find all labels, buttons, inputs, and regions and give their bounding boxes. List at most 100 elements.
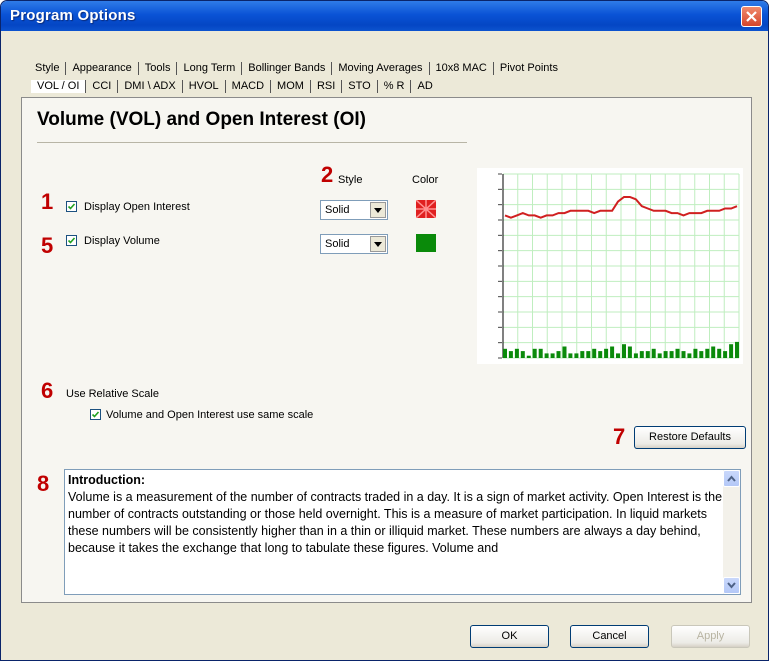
volume-bar (568, 353, 573, 358)
volume-style-value: Solid (325, 238, 350, 250)
tab-row-2: VOL / OI CCI DMI \ ADX HVOL MACD MOM RSI STO% R… (31, 80, 439, 93)
volume-bar (592, 348, 597, 358)
display-volume-checkbox[interactable] (66, 235, 77, 246)
open-interest-style-dropdown[interactable] (370, 202, 386, 218)
chevron-down-icon (374, 242, 382, 247)
volume-bar (550, 353, 555, 358)
check-icon (67, 203, 76, 210)
volume-bar (699, 351, 704, 358)
color-column-header: Color (412, 174, 439, 186)
introduction-body: Volume is a measurement of the number of… (68, 490, 723, 555)
volume-bar (622, 344, 626, 358)
volume-bar (723, 351, 728, 358)
open-interest-style-value: Solid (325, 204, 350, 216)
volume-color-swatch[interactable] (416, 234, 436, 252)
introduction-text: Introduction: Volume is a measurement of… (68, 472, 723, 557)
scroll-down-button[interactable] (723, 577, 740, 594)
tab-hvol[interactable]: HVOL (183, 80, 226, 93)
preview-chart-svg (498, 173, 740, 359)
tab-pivot-points[interactable]: Pivot Points (494, 62, 564, 75)
volume-bar (645, 351, 650, 358)
volume-bar (663, 351, 668, 358)
volume-style-dropdown[interactable] (370, 236, 386, 252)
tab-mom[interactable]: MOM (271, 80, 311, 93)
program-options-window: Program Options Style Appearance Tools Long… (0, 0, 769, 661)
volume-bar (544, 353, 549, 358)
volume-bar (711, 346, 716, 358)
volume-bar (604, 348, 609, 358)
tab-row-1: Style Appearance Tools Long Term Bollinger B… (29, 62, 564, 75)
volume-bar (520, 351, 525, 358)
window-title: Program Options (10, 7, 136, 24)
tab-ad[interactable]: AD (411, 80, 438, 93)
same-scale-label: Volume and Open Interest use same scale (106, 409, 314, 421)
volume-bar (538, 348, 543, 358)
volume-bar (598, 351, 603, 358)
ok-button[interactable]: OK (470, 625, 549, 648)
tab-bollinger-bands[interactable]: Bollinger Bands (242, 62, 333, 75)
tab-style[interactable]: Style (29, 62, 67, 75)
pattern-icon (415, 199, 437, 219)
display-open-interest-checkbox[interactable] (66, 201, 77, 212)
display-volume-label: Display Volume (84, 235, 160, 247)
display-open-interest-label: Display Open Interest (84, 201, 190, 213)
volume-style-select[interactable]: Solid (320, 234, 388, 254)
volume-bar (705, 348, 710, 358)
volume-bar (681, 351, 686, 358)
marker-2: 2 (321, 162, 334, 187)
volume-bar (669, 351, 674, 358)
close-icon (746, 11, 757, 22)
apply-button: Apply (671, 625, 750, 648)
introduction-title: Introduction: (68, 473, 146, 487)
tab-r[interactable]: % R (378, 80, 412, 93)
volume-bar (693, 348, 698, 358)
tab-moving-averages[interactable]: Moving Averages (332, 62, 430, 75)
chevron-down-icon (374, 208, 382, 213)
volume-bar (729, 344, 734, 358)
volume-bar (651, 348, 656, 358)
tab-rsi[interactable]: RSI (311, 80, 343, 93)
open-interest-style-select[interactable]: Solid (320, 200, 388, 220)
volume-bar (675, 348, 680, 358)
tab-long-term[interactable]: Long Term (177, 62, 243, 75)
marker-7: 7 (613, 424, 626, 449)
volume-bar (556, 351, 561, 358)
tab-macd[interactable]: MACD (226, 80, 272, 93)
chevron-up-icon (727, 475, 736, 482)
volume-bar (514, 348, 519, 358)
open-interest-color-swatch[interactable] (415, 199, 437, 219)
volume-bar (574, 353, 579, 358)
volume-bar (526, 355, 531, 358)
volume-bar (657, 353, 662, 358)
close-button[interactable] (741, 6, 762, 27)
restore-defaults-button[interactable]: Restore Defaults (634, 426, 746, 449)
marker-6: 6 (41, 378, 54, 403)
tab-10x8-mac[interactable]: 10x8 MAC (430, 62, 494, 75)
volume-bar (633, 353, 638, 358)
check-icon (91, 411, 100, 418)
volume-bar (687, 353, 692, 358)
marker-1: 1 (41, 189, 54, 214)
same-scale-checkbox[interactable] (90, 409, 101, 420)
tab-appearance[interactable]: Appearance (66, 62, 139, 75)
marker-5: 5 (41, 233, 54, 258)
volume-bar (532, 348, 537, 358)
tab-cci[interactable]: CCI (86, 80, 119, 93)
volume-bar (562, 346, 567, 358)
marker-8: 8 (37, 471, 50, 496)
volume-bar (586, 351, 591, 358)
vol-oi-panel: Volume (VOL) and Open Interest (OI) 1 2 … (21, 97, 752, 603)
title-bar[interactable]: Program Options (1, 1, 768, 31)
scroll-up-button[interactable] (723, 470, 740, 487)
cancel-button[interactable]: Cancel (570, 625, 649, 648)
volume-bar (503, 348, 507, 358)
volume-bar (639, 351, 644, 358)
tab-vol-oi[interactable]: VOL / OI (31, 80, 87, 93)
page-title: Volume (VOL) and Open Interest (OI) (37, 109, 367, 130)
tab-tools[interactable]: Tools (139, 62, 178, 75)
tab-dmi-adx[interactable]: DMI \ ADX (118, 80, 183, 93)
divider (37, 142, 467, 143)
introduction-scrollbar[interactable] (723, 470, 740, 594)
introduction-textarea[interactable]: Introduction: Volume is a measurement of… (64, 469, 741, 595)
tab-sto[interactable]: STO (342, 80, 378, 93)
